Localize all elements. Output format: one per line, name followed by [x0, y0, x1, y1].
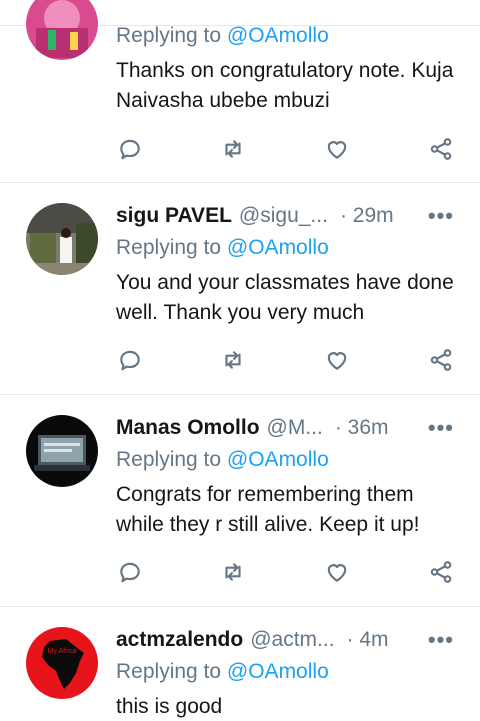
- tweet-actions: [0, 134, 480, 164]
- retweet-icon[interactable]: [218, 557, 248, 587]
- retweet-icon[interactable]: [218, 345, 248, 375]
- avatar[interactable]: [26, 0, 98, 60]
- tweet-time[interactable]: · 4m: [347, 628, 389, 652]
- like-icon[interactable]: [322, 134, 352, 164]
- tweet-1[interactable]: sigu PAVEL @sigu_... · 29m ••• Replying …: [0, 183, 480, 395]
- tweet-header: sigu PAVEL @sigu_... · 29m •••: [116, 201, 460, 231]
- avatar-image: My Africa: [26, 627, 98, 699]
- retweet-icon[interactable]: [218, 134, 248, 164]
- like-icon[interactable]: [322, 557, 352, 587]
- replying-to: Replying to @OAmollo: [116, 448, 329, 472]
- mention-link[interactable]: @OAmollo: [227, 660, 329, 683]
- share-icon[interactable]: [426, 345, 456, 375]
- avatar-image: [26, 415, 98, 487]
- reply-icon[interactable]: [115, 134, 145, 164]
- author-handle[interactable]: @actm...: [250, 628, 334, 652]
- avatar[interactable]: My Africa: [26, 627, 98, 699]
- replying-to: Replying to @OAmollo: [116, 236, 329, 260]
- tweet-text: Congrats for remembering them while they…: [116, 483, 420, 536]
- replying-to-label: Replying to: [116, 448, 222, 471]
- tweet-2[interactable]: Manas Omollo @M... · 36m ••• Replying to…: [0, 395, 480, 607]
- reply-icon[interactable]: [115, 557, 145, 587]
- avatar-image: [26, 203, 98, 275]
- tweet-text: this is good: [116, 695, 223, 718]
- replying-to-label: Replying to: [116, 24, 222, 47]
- avatar-badge-text: My Africa: [48, 648, 77, 655]
- like-icon[interactable]: [322, 345, 352, 375]
- replying-to-label: Replying to: [116, 660, 222, 683]
- author-name[interactable]: actmzalendo: [116, 628, 243, 652]
- tweet-text: Thanks on congratulatory note. Kuja Naiv…: [116, 59, 454, 112]
- avatar[interactable]: [26, 415, 98, 487]
- tweet-time[interactable]: · 36m: [335, 416, 389, 440]
- replying-to-label: Replying to: [116, 236, 222, 259]
- share-icon[interactable]: [426, 557, 456, 587]
- tweet-actions: [0, 345, 480, 375]
- author-handle[interactable]: @sigu_...: [239, 204, 328, 228]
- tweet-actions: [0, 557, 480, 587]
- replying-to: Replying to @OAmollo: [116, 24, 329, 48]
- mention-link[interactable]: @OAmollo: [227, 236, 329, 259]
- tweet-3[interactable]: My Africa actmzalendo @actm... · 4m ••• …: [0, 607, 480, 721]
- avatar[interactable]: [26, 203, 98, 275]
- more-icon[interactable]: •••: [428, 415, 454, 441]
- share-icon[interactable]: [426, 134, 456, 164]
- replying-to: Replying to @OAmollo: [116, 660, 329, 684]
- more-icon[interactable]: •••: [428, 203, 454, 229]
- author-name[interactable]: sigu PAVEL: [116, 204, 232, 228]
- author-name[interactable]: Manas Omollo: [116, 416, 260, 440]
- tweet-0[interactable]: Replying to @OAmollo Thanks on congratul…: [0, 0, 480, 183]
- tweet-header: Manas Omollo @M... · 36m •••: [116, 413, 460, 443]
- avatar-image: [26, 0, 98, 60]
- mention-link[interactable]: @OAmollo: [227, 448, 329, 471]
- reply-icon[interactable]: [115, 345, 145, 375]
- tweet-time[interactable]: · 29m: [340, 204, 394, 228]
- tweet-header: actmzalendo @actm... · 4m •••: [116, 625, 460, 655]
- tweet-text: You and your classmates have done well. …: [116, 271, 454, 324]
- author-handle[interactable]: @M...: [267, 416, 323, 440]
- more-icon[interactable]: •••: [428, 627, 454, 653]
- mention-link[interactable]: @OAmollo: [227, 24, 329, 47]
